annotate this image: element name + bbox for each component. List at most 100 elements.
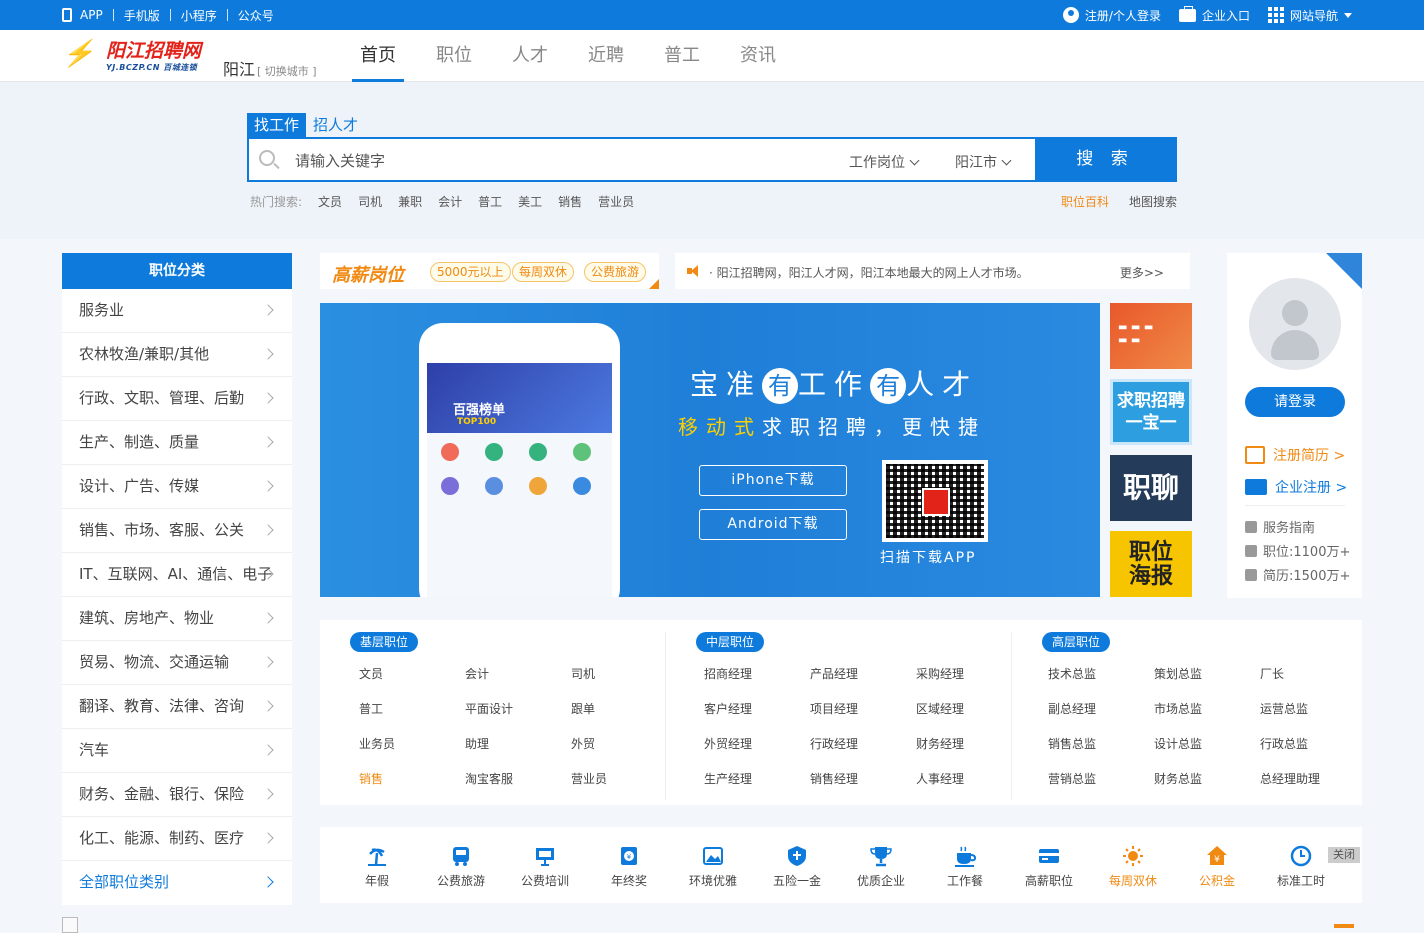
- job-link[interactable]: 外贸: [571, 735, 595, 752]
- job-link[interactable]: 招商经理: [704, 665, 752, 682]
- job-link[interactable]: 文员: [359, 665, 383, 682]
- all-categories-link[interactable]: 全部职位类别: [62, 861, 292, 905]
- hot-word[interactable]: 兼职: [398, 193, 422, 210]
- miniprogram-link[interactable]: 小程序: [181, 7, 217, 24]
- job-link[interactable]: 销售总监: [1048, 735, 1096, 752]
- hot-word[interactable]: 美工: [518, 193, 542, 210]
- service-guide-link[interactable]: 服务指南: [1245, 517, 1315, 536]
- benefit-item[interactable]: 高薪职位: [1014, 845, 1084, 889]
- notice-text[interactable]: · 阳江招聘网，阳江人才网，阳江本地最大的网上人才市场。: [709, 264, 1029, 281]
- category-item[interactable]: 服务业: [62, 289, 292, 333]
- job-link[interactable]: 会计: [465, 665, 489, 682]
- weekend-tag[interactable]: 每周双休: [512, 262, 575, 282]
- nav-talents[interactable]: 人才: [492, 30, 568, 82]
- enterprise-link[interactable]: 企业入口: [1178, 5, 1250, 24]
- job-link[interactable]: 采购经理: [916, 665, 964, 682]
- job-link[interactable]: 淘宝客服: [465, 770, 513, 787]
- job-type-select[interactable]: 工作岗位: [849, 152, 920, 172]
- close-button[interactable]: 关闭: [1328, 847, 1360, 863]
- job-link[interactable]: 厂长: [1260, 665, 1284, 682]
- nav-home[interactable]: 首页: [340, 30, 416, 82]
- job-link[interactable]: 财务总监: [1154, 770, 1202, 787]
- job-link[interactable]: 业务员: [359, 735, 395, 752]
- job-link[interactable]: 普工: [359, 700, 383, 717]
- search-input[interactable]: 请输入关键字: [295, 150, 385, 171]
- side-ad-3[interactable]: 职聊: [1110, 455, 1192, 521]
- job-link[interactable]: 策划总监: [1154, 665, 1202, 682]
- qr-corner-icon[interactable]: [1326, 253, 1362, 289]
- benefit-item[interactable]: 环境优雅: [678, 845, 748, 889]
- job-link[interactable]: 行政经理: [810, 735, 858, 752]
- job-link[interactable]: 行政总监: [1260, 735, 1308, 752]
- benefit-item[interactable]: 标准工时: [1266, 845, 1336, 889]
- hot-word[interactable]: 普工: [478, 193, 502, 210]
- hot-word[interactable]: 文员: [318, 193, 342, 210]
- job-link[interactable]: 技术总监: [1048, 665, 1096, 682]
- job-link[interactable]: 销售: [359, 770, 383, 787]
- job-link[interactable]: 营销总监: [1048, 770, 1096, 787]
- benefit-item[interactable]: ¥ 年终奖: [594, 845, 664, 889]
- tab-find-talent[interactable]: 招人才: [306, 113, 365, 137]
- job-link[interactable]: 助理: [465, 735, 489, 752]
- category-item[interactable]: 设计、广告、传媒: [62, 465, 292, 509]
- android-download-button[interactable]: Android下载: [699, 509, 847, 540]
- hot-word[interactable]: 司机: [358, 193, 382, 210]
- app-banner[interactable]: 百强榜单 TOP100 宝准有工作有人才 移动式求职招聘，更快捷 iPhone下…: [320, 303, 1100, 597]
- app-link[interactable]: APP: [62, 8, 103, 22]
- category-item[interactable]: 建筑、房地产、物业: [62, 597, 292, 641]
- mobile-link[interactable]: 手机版: [124, 7, 160, 24]
- benefit-item[interactable]: 公费旅游: [426, 845, 496, 889]
- benefit-item[interactable]: ¥ 公积金: [1182, 845, 1252, 889]
- job-link[interactable]: 运营总监: [1260, 700, 1308, 717]
- job-link[interactable]: 生产经理: [704, 770, 752, 787]
- category-item[interactable]: 财务、金融、银行、保险: [62, 773, 292, 817]
- job-link[interactable]: 市场总监: [1154, 700, 1202, 717]
- high-salary-strip[interactable]: 高薪岗位 5000元以上 每周双休 公费旅游: [320, 253, 659, 289]
- job-link[interactable]: 平面设计: [465, 700, 513, 717]
- job-link[interactable]: 外贸经理: [704, 735, 752, 752]
- benefit-item[interactable]: 每周双休: [1098, 845, 1168, 889]
- benefit-item[interactable]: 公费培训: [510, 845, 580, 889]
- benefit-item[interactable]: 年假: [342, 845, 412, 889]
- map-search-link[interactable]: 地图搜索: [1129, 193, 1177, 210]
- nav-recent[interactable]: 近聘: [568, 30, 644, 82]
- job-link[interactable]: 总经理助理: [1260, 770, 1320, 787]
- nav-news[interactable]: 资讯: [720, 30, 796, 82]
- job-link[interactable]: 产品经理: [810, 665, 858, 682]
- more-link[interactable]: 更多>>: [1120, 264, 1164, 281]
- category-item[interactable]: 化工、能源、制药、医疗: [62, 817, 292, 861]
- category-item[interactable]: 农林牧渔/兼职/其他: [62, 333, 292, 377]
- side-ad-1[interactable]: ▬ ▬ ▬ ▬ ▬: [1110, 303, 1192, 369]
- job-link[interactable]: 财务经理: [916, 735, 964, 752]
- category-item[interactable]: 生产、制造、质量: [62, 421, 292, 465]
- city-switch[interactable]: 阳江[ 切换城市 ]: [223, 56, 317, 80]
- job-link[interactable]: 客户经理: [704, 700, 752, 717]
- nav-jobs[interactable]: 职位: [416, 30, 492, 82]
- side-ad-2[interactable]: 求职招聘一宝一: [1110, 379, 1192, 445]
- benefit-item[interactable]: 工作餐: [930, 845, 1000, 889]
- logo[interactable]: ⚡ 阳江招聘网 YJ.BCZP.CN 百城连锁: [62, 40, 212, 74]
- category-item[interactable]: IT、互联网、AI、通信、电子: [62, 553, 292, 597]
- hot-word[interactable]: 营业员: [598, 193, 634, 210]
- job-link[interactable]: 司机: [571, 665, 595, 682]
- site-nav-dropdown[interactable]: 网站导航: [1267, 7, 1352, 24]
- side-ad-4[interactable]: 职位 海报: [1110, 531, 1192, 597]
- job-link[interactable]: 营业员: [571, 770, 607, 787]
- register-company-link[interactable]: 企业注册 >: [1245, 477, 1347, 497]
- category-item[interactable]: 汽车: [62, 729, 292, 773]
- salary-tag[interactable]: 5000元以上: [430, 262, 511, 282]
- benefit-item[interactable]: 五险一金: [762, 845, 832, 889]
- search-button[interactable]: 搜 索: [1035, 139, 1175, 180]
- tab-find-job[interactable]: 找工作: [247, 113, 307, 137]
- category-item[interactable]: 贸易、物流、交通运输: [62, 641, 292, 685]
- job-link[interactable]: 销售经理: [810, 770, 858, 787]
- register-resume-link[interactable]: 注册简历 >: [1245, 445, 1345, 465]
- hot-word[interactable]: 会计: [438, 193, 462, 210]
- job-link[interactable]: 区域经理: [916, 700, 964, 717]
- job-link[interactable]: 设计总监: [1154, 735, 1202, 752]
- benefit-item[interactable]: 优质企业: [846, 845, 916, 889]
- job-link[interactable]: 跟单: [571, 700, 595, 717]
- job-wiki-link[interactable]: 职位百科: [1061, 193, 1109, 210]
- wechat-link[interactable]: 公众号: [238, 7, 274, 24]
- city-select[interactable]: 阳江市: [955, 152, 1012, 172]
